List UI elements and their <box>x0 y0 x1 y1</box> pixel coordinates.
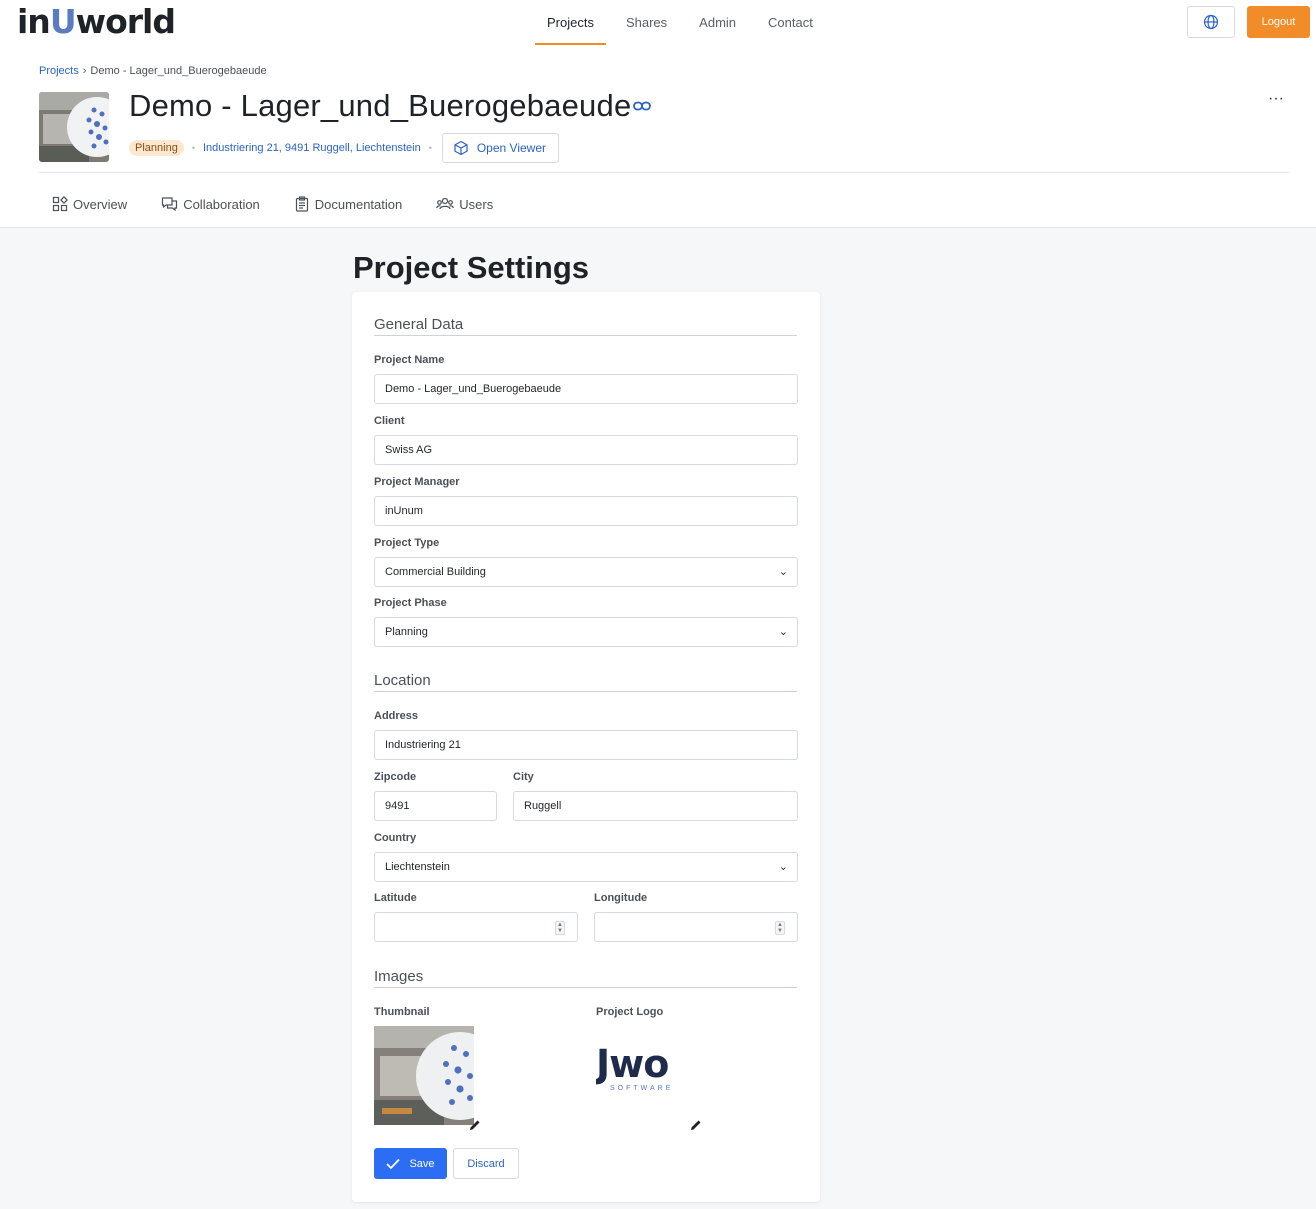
chevron-down-icon: ⌄ <box>778 566 788 578</box>
breadcrumb-current: Demo - Lager_und_Buerogebaeude <box>90 65 267 77</box>
project-logo-label: Project Logo <box>596 1006 664 1018</box>
longitude-label: Longitude <box>594 892 648 904</box>
globe-icon <box>1203 14 1219 30</box>
open-viewer-button[interactable]: Open Viewer <box>441 133 559 163</box>
project-manager-label: Project Manager <box>374 476 460 488</box>
clipboard-icon <box>295 196 308 212</box>
address-input[interactable]: Industriering 21 <box>374 730 798 760</box>
address-label: Address <box>374 710 419 722</box>
project-meta: Planning • Industriering 21, 9491 Ruggel… <box>129 133 559 163</box>
tab-users[interactable]: Users <box>436 196 493 212</box>
thumbnail-label: Thumbnail <box>374 1006 430 1018</box>
chevron-down-icon: ⌄ <box>778 861 788 873</box>
nav-admin[interactable]: Admin <box>687 0 748 45</box>
pencil-icon[interactable] <box>689 1118 703 1132</box>
latitude-label: Latitude <box>374 892 417 904</box>
project-logo-text: Jwo <box>596 1044 669 1086</box>
project-logo-subtext: SOFTWARE <box>610 1085 674 1092</box>
zipcode-label: Zipcode <box>374 771 417 783</box>
section-location-title: Location <box>374 672 797 692</box>
country-select[interactable]: Liechtenstein ⌄ <box>374 852 798 882</box>
tab-overview[interactable]: Overview <box>52 196 127 212</box>
project-thumbnail <box>39 92 109 162</box>
check-icon <box>386 1158 401 1169</box>
project-manager-input[interactable]: inUnum <box>374 496 798 526</box>
project-type-label: Project Type <box>374 537 440 549</box>
city-input[interactable]: Ruggell <box>513 791 798 821</box>
inuworld-logo[interactable]: inUworld <box>17 2 176 42</box>
settings-card: General Data Project Name Demo - Lager_u… <box>352 292 820 1202</box>
project-address-link[interactable]: Industriering 21, 9491 Ruggell, Liechten… <box>203 142 421 154</box>
more-options-button[interactable]: ··· <box>1266 91 1286 112</box>
header-divider <box>39 172 1289 173</box>
tab-collaboration[interactable]: Collaboration <box>161 196 260 212</box>
section-general-title: General Data <box>374 316 797 336</box>
chevron-down-icon: ⌄ <box>778 626 788 638</box>
number-spinner[interactable]: ▲ ▼ <box>775 921 785 935</box>
project-phase-label: Project Phase <box>374 597 447 609</box>
longitude-input[interactable]: ▲ ▼ <box>594 912 798 942</box>
project-phase-select[interactable]: Planning ⌄ <box>374 617 798 647</box>
logout-button[interactable]: Logout <box>1247 6 1310 38</box>
meta-separator: • <box>191 143 195 153</box>
nav-contact[interactable]: Contact <box>756 0 825 45</box>
country-label: Country <box>374 832 417 844</box>
overview-icon <box>52 196 68 212</box>
section-images-title: Images <box>374 968 797 988</box>
project-logo-image: Jwo SOFTWARE <box>596 1044 696 1104</box>
breadcrumb-projects-link[interactable]: Projects <box>39 65 79 77</box>
meta-separator: • <box>428 143 432 153</box>
page-title: Project Settings <box>353 250 589 285</box>
city-label: City <box>513 771 534 783</box>
project-title: Demo - Lager_und_Buerogebaeude <box>129 88 632 123</box>
project-name-label: Project Name <box>374 354 445 366</box>
project-tabs: Overview Collaboration Documentation Use… <box>52 190 527 218</box>
chat-icon <box>162 197 178 212</box>
nav-shares[interactable]: Shares <box>614 0 679 45</box>
breadcrumb-separator: › <box>82 65 87 77</box>
pencil-icon[interactable] <box>468 1118 482 1132</box>
thumbnail-image <box>374 1026 474 1125</box>
top-header: inUworld Projects Shares Admin Contact L… <box>0 0 1316 228</box>
discard-button[interactable]: Discard <box>453 1148 519 1179</box>
link-icon[interactable] <box>633 100 652 112</box>
number-spinner[interactable]: ▲ ▼ <box>555 921 565 935</box>
cube-icon <box>454 140 468 156</box>
breadcrumb: Projects › Demo - Lager_und_Buerogebaeud… <box>39 65 267 77</box>
client-label: Client <box>374 415 405 427</box>
project-type-select[interactable]: Commercial Building ⌄ <box>374 557 798 587</box>
nav-projects[interactable]: Projects <box>535 0 606 45</box>
project-name-input[interactable]: Demo - Lager_und_Buerogebaeude <box>374 374 798 404</box>
latitude-input[interactable]: ▲ ▼ <box>374 912 578 942</box>
users-icon <box>436 197 455 210</box>
save-button[interactable]: Save <box>374 1148 447 1179</box>
main-nav: Projects Shares Admin Contact <box>535 0 833 45</box>
phase-badge: Planning <box>129 140 184 156</box>
project-title-row: Demo - Lager_und_Buerogebaeude <box>129 88 652 124</box>
tab-documentation[interactable]: Documentation <box>294 196 402 212</box>
language-button[interactable] <box>1187 6 1235 38</box>
zipcode-input[interactable]: 9491 <box>374 791 497 821</box>
client-input[interactable]: Swiss AG <box>374 435 798 465</box>
